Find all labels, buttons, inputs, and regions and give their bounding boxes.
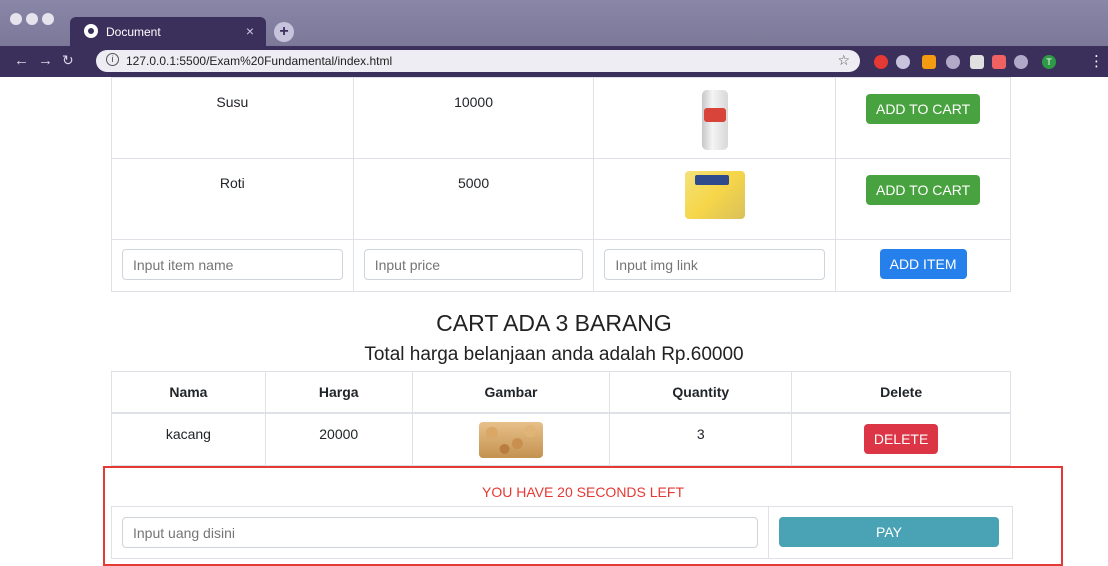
forward-icon[interactable]: → [38, 52, 53, 69]
item-price-input[interactable] [363, 249, 584, 280]
peanuts-image [479, 421, 544, 458]
payment-table: PAY [111, 506, 1013, 559]
column-header: Harga [264, 371, 413, 414]
tab-strip: Document × + [0, 0, 1108, 46]
tab-title: Document [106, 25, 161, 39]
more-menu-icon[interactable]: ⋮ [1089, 52, 1104, 70]
profile-avatar[interactable]: T [1042, 55, 1056, 69]
cart-header-row: Nama Harga Gambar Quantity Delete [111, 371, 1011, 414]
cart-item-price: 20000 [264, 412, 413, 466]
add-to-cart-button[interactable]: ADD TO CART [865, 175, 981, 205]
browser-tab[interactable]: Document × [70, 17, 266, 46]
extension-note-icon[interactable] [992, 55, 1006, 69]
product-name: Roti [111, 158, 354, 240]
cart-row: kacang 20000 3 DELETE [111, 412, 1011, 466]
product-table: Susu 10000 ADD TO CART Roti 5000 ADD TO … [111, 77, 1011, 292]
column-header: Delete [791, 371, 1011, 414]
minimize-window-icon[interactable] [26, 13, 38, 25]
cart-item-quantity: 3 [609, 412, 793, 466]
countdown-timer: YOU HAVE 20 SECONDS LEFT [481, 484, 684, 500]
browser-chrome: Document × + ← → ↻ i 127.0.0.1:5500/Exam… [0, 0, 1108, 77]
payment-panel: YOU HAVE 20 SECONDS LEFT PAY [103, 466, 1063, 566]
globe-icon [84, 24, 98, 38]
bread-pack-image [684, 171, 745, 219]
extension-gear-icon[interactable] [946, 55, 960, 69]
maximize-window-icon[interactable] [42, 13, 54, 25]
extension-ghost-icon[interactable] [896, 55, 910, 69]
bookmark-star-icon[interactable]: ☆ [837, 52, 850, 69]
cart-heading: CART ADA 3 BARANG [436, 310, 672, 336]
delete-button[interactable]: DELETE [863, 423, 939, 454]
add-item-button[interactable]: ADD ITEM [879, 249, 967, 279]
product-price: 10000 [352, 77, 595, 159]
cart-total: Total harga belanjaan anda adalah Rp.600… [364, 344, 744, 365]
payment-row: PAY [111, 506, 1013, 559]
tab-close-icon[interactable]: × [246, 23, 254, 39]
cart-table: Nama Harga Gambar Quantity Delete kacang… [111, 371, 1011, 466]
add-item-row: ADD ITEM [111, 239, 1011, 292]
cart-item-name: kacang [111, 412, 266, 466]
new-tab-button[interactable]: + [274, 22, 294, 42]
column-header: Gambar [411, 371, 611, 414]
extension-react-icon[interactable] [1014, 55, 1028, 69]
info-icon[interactable]: i [106, 53, 119, 66]
product-row: Susu 10000 ADD TO CART [111, 77, 1011, 159]
column-header: Nama [111, 371, 266, 414]
column-header: Quantity [609, 371, 793, 414]
extension-adblock-icon[interactable] [874, 55, 888, 69]
browser-toolbar: ← → ↻ i 127.0.0.1:5500/Exam%20Fundamenta… [0, 46, 1108, 77]
item-img-input[interactable] [604, 249, 826, 280]
money-input[interactable] [122, 517, 758, 548]
add-to-cart-button[interactable]: ADD TO CART [865, 94, 981, 124]
product-name: Susu [111, 77, 354, 159]
product-row: Roti 5000 ADD TO CART [111, 158, 1011, 240]
item-name-input[interactable] [122, 249, 343, 280]
url-text: 127.0.0.1:5500/Exam%20Fundamental/index.… [126, 54, 393, 68]
milk-can-image [701, 90, 728, 150]
reload-icon[interactable]: ↻ [62, 52, 74, 69]
address-bar[interactable]: i 127.0.0.1:5500/Exam%20Fundamental/inde… [96, 50, 860, 72]
extension-pen-icon[interactable] [970, 55, 984, 69]
product-price: 5000 [352, 158, 595, 240]
pay-button[interactable]: PAY [779, 517, 999, 547]
back-icon[interactable]: ← [14, 52, 29, 69]
extension-honey-icon[interactable] [922, 55, 936, 69]
close-window-icon[interactable] [10, 13, 22, 25]
page-content: Susu 10000 ADD TO CART Roti 5000 ADD TO … [0, 77, 1108, 566]
